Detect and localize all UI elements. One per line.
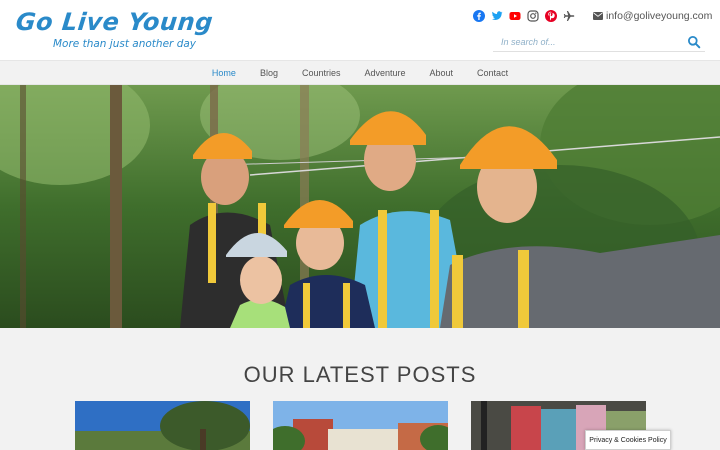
twitter-icon[interactable] bbox=[490, 10, 503, 23]
family-ziplining-photo bbox=[0, 85, 720, 328]
nav-countries[interactable]: Countries bbox=[302, 68, 341, 78]
search-icon[interactable] bbox=[687, 35, 701, 49]
nav-blog[interactable]: Blog bbox=[260, 68, 278, 78]
site-header: Go Live Young More than just another day… bbox=[0, 0, 720, 60]
contact-email[interactable]: info@goliveyoung.com bbox=[593, 9, 712, 23]
logo-tagline: More than just another day bbox=[53, 38, 197, 50]
latest-posts-heading: OUR LATEST POSTS bbox=[243, 362, 477, 387]
nav-about[interactable]: About bbox=[430, 68, 454, 78]
airplane-icon[interactable] bbox=[562, 10, 575, 23]
main-nav: Home Blog Countries Adventure About Cont… bbox=[0, 60, 720, 85]
logo-title: Go Live Young bbox=[14, 8, 215, 36]
email-address: info@goliveyoung.com bbox=[606, 10, 713, 22]
city-buildings-photo bbox=[273, 401, 448, 450]
search-input[interactable] bbox=[501, 34, 681, 50]
youtube-icon[interactable] bbox=[508, 10, 521, 23]
privacy-cookies-button[interactable]: Privacy & Cookies Policy bbox=[585, 430, 671, 450]
search-bar bbox=[493, 32, 705, 52]
envelope-icon bbox=[593, 12, 603, 20]
instagram-icon[interactable] bbox=[526, 10, 539, 23]
nav-adventure[interactable]: Adventure bbox=[364, 68, 405, 78]
post-card-2[interactable] bbox=[273, 401, 448, 450]
facebook-icon[interactable] bbox=[472, 10, 485, 23]
nav-home[interactable]: Home bbox=[212, 68, 236, 78]
pinterest-icon[interactable] bbox=[544, 10, 557, 23]
post-card-1[interactable] bbox=[75, 401, 250, 450]
hero-image bbox=[0, 85, 720, 328]
tree-sky-photo bbox=[75, 401, 250, 450]
nav-contact[interactable]: Contact bbox=[477, 68, 508, 78]
social-links bbox=[472, 9, 580, 23]
site-logo[interactable]: Go Live Young More than just another day bbox=[15, 8, 215, 54]
